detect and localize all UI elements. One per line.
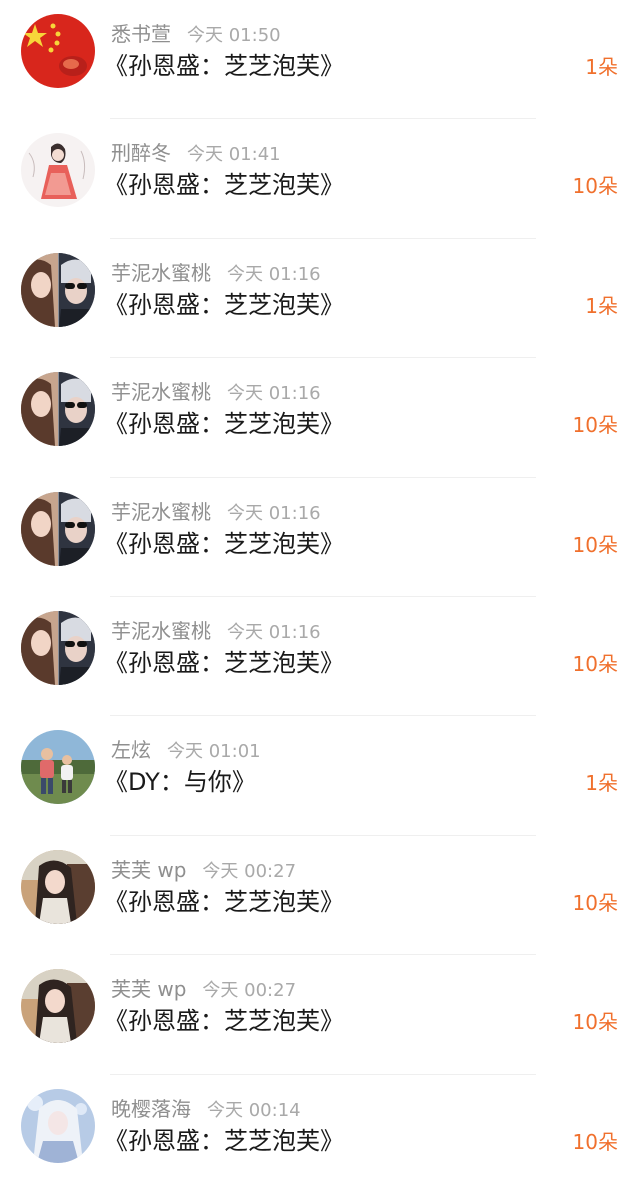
list-item[interactable]: 芋泥水蜜桃 今天 01:16 《孙恩盛：芝芝泡芙》 10朵: [0, 358, 640, 478]
flower-count: 10朵: [572, 532, 618, 557]
user-name[interactable]: 芙芙 wp: [111, 858, 186, 882]
timestamp: 今天 00:14: [207, 1099, 301, 1121]
timestamp: 今天 01:16: [227, 263, 321, 285]
list-item[interactable]: 芋泥水蜜桃 今天 01:16 《孙恩盛：芝芝泡芙》 10朵: [0, 597, 640, 717]
user-name[interactable]: 左炫: [111, 738, 151, 762]
list-item[interactable]: 刑醉冬 今天 01:41 《孙恩盛：芝芝泡芙》 10朵: [0, 119, 640, 240]
song-title[interactable]: 《孙恩盛：芝芝泡芙》: [104, 1005, 344, 1037]
flower-count: 10朵: [572, 890, 618, 915]
user-name[interactable]: 芋泥水蜜桃: [111, 619, 211, 643]
list-item[interactable]: 芙芙 wp 今天 00:27 《孙恩盛：芝芝泡芙》 10朵: [0, 836, 640, 956]
user-name[interactable]: 刑醉冬: [111, 141, 171, 165]
list-item[interactable]: 悉书萱 今天 01:50 《孙恩盛：芝芝泡芙》 1朵: [0, 0, 640, 120]
song-title[interactable]: 《孙恩盛：芝芝泡芙》: [104, 528, 344, 560]
avatar[interactable]: [21, 252, 95, 327]
user-name[interactable]: 悉书萱: [111, 22, 171, 46]
list-item[interactable]: 芙芙 wp 今天 00:27 《孙恩盛：芝芝泡芙》 10朵: [0, 955, 640, 1075]
couple-avatar-image: [21, 372, 95, 447]
timestamp: 今天 01:16: [227, 621, 321, 643]
avatar[interactable]: [21, 133, 95, 208]
flag-avatar-image: [21, 14, 95, 88]
list-item[interactable]: 左炫 今天 01:01 《DY：与你》 1朵: [0, 716, 640, 837]
list-item[interactable]: 晚樱落海 今天 00:14 《孙恩盛：芝芝泡芙》 10朵: [0, 1075, 640, 1194]
flower-count: 1朵: [585, 771, 618, 796]
song-title[interactable]: 《孙恩盛：芝芝泡芙》: [104, 169, 344, 201]
avatar[interactable]: [21, 849, 95, 924]
user-name[interactable]: 芋泥水蜜桃: [111, 380, 211, 404]
avatar[interactable]: [21, 1088, 95, 1163]
avatar[interactable]: [21, 491, 95, 566]
user-name[interactable]: 芙芙 wp: [111, 977, 186, 1001]
user-name[interactable]: 芋泥水蜜桃: [111, 500, 211, 524]
avatar[interactable]: [21, 372, 95, 447]
song-title[interactable]: 《孙恩盛：芝芝泡芙》: [104, 1125, 344, 1157]
kids-photo-avatar-image: [21, 730, 95, 805]
song-title[interactable]: 《孙恩盛：芝芝泡芙》: [104, 886, 344, 918]
flower-count: 10朵: [572, 413, 618, 438]
avatar[interactable]: [21, 969, 95, 1044]
avatar[interactable]: [21, 610, 95, 685]
flower-count: 10朵: [572, 651, 618, 676]
timestamp: 今天 01:01: [167, 741, 261, 763]
timestamp: 今天 00:27: [202, 980, 297, 1002]
flower-count: 1朵: [585, 293, 618, 318]
user-name[interactable]: 芋泥水蜜桃: [111, 261, 211, 285]
timestamp: 今天 01:50: [187, 25, 281, 46]
song-title[interactable]: 《孙恩盛：芝芝泡芙》: [104, 647, 344, 679]
sketch-girl-avatar-image: [21, 133, 95, 208]
timestamp: 今天 01:16: [227, 383, 321, 405]
song-title[interactable]: 《DY：与你》: [104, 766, 256, 798]
timestamp: 今天 00:27: [202, 860, 297, 882]
flower-count: 1朵: [585, 55, 618, 79]
couple-avatar-image: [21, 610, 95, 685]
couple-avatar-image: [21, 491, 95, 566]
flower-count: 10朵: [572, 174, 618, 199]
avatar[interactable]: [21, 14, 95, 88]
couple-avatar-image: [21, 252, 95, 327]
flower-count: 10朵: [572, 1010, 618, 1035]
list-item[interactable]: 芋泥水蜜桃 今天 01:16 《孙恩盛：芝芝泡芙》 10朵: [0, 478, 640, 598]
song-title[interactable]: 《孙恩盛：芝芝泡芙》: [104, 408, 344, 440]
user-name[interactable]: 晚樱落海: [111, 1097, 191, 1121]
avatar[interactable]: [21, 730, 95, 805]
list-item[interactable]: 芋泥水蜜桃 今天 01:16 《孙恩盛：芝芝泡芙》 1朵: [0, 239, 640, 359]
girl-car-avatar-image: [21, 969, 95, 1044]
anime-white-hair-avatar-image: [21, 1088, 95, 1163]
gift-record-list: 悉书萱 今天 01:50 《孙恩盛：芝芝泡芙》 1朵 刑醉冬 今天 01:41 《孙…: [0, 0, 640, 1194]
song-title[interactable]: 《孙恩盛：芝芝泡芙》: [104, 289, 344, 321]
flower-count: 10朵: [572, 1129, 618, 1154]
timestamp: 今天 01:16: [227, 502, 321, 524]
girl-car-avatar-image: [21, 849, 95, 924]
song-title[interactable]: 《孙恩盛：芝芝泡芙》: [104, 50, 344, 82]
timestamp: 今天 01:41: [187, 144, 281, 166]
